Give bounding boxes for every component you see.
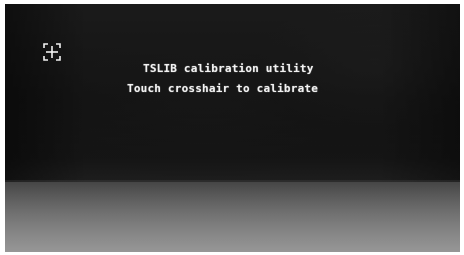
screen-glare bbox=[5, 180, 460, 252]
monitor-photo: TSLIB calibration utility Touch crosshai… bbox=[5, 4, 460, 252]
crosshair-icon[interactable] bbox=[42, 42, 62, 62]
calibration-title: TSLIB calibration utility bbox=[143, 62, 314, 75]
calibration-instruction: Touch crosshair to calibrate bbox=[127, 82, 319, 95]
